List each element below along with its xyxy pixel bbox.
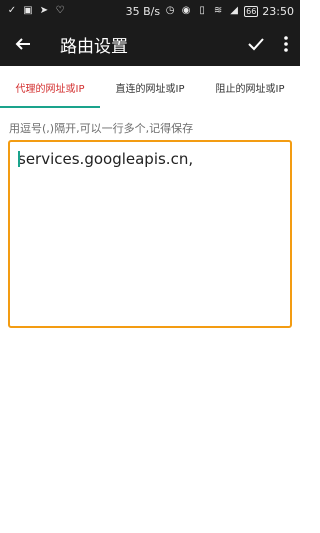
clock-icon: ◷ <box>165 5 175 16</box>
more-options-button[interactable] <box>272 22 300 66</box>
status-left: ✓ ▣ ➤ ♡ <box>6 5 66 17</box>
back-button[interactable] <box>0 22 46 66</box>
rules-textarea-value: services.googleapis.cn, <box>18 150 194 168</box>
more-vert-icon <box>284 36 288 52</box>
network-speed: 35 B/s <box>125 4 161 18</box>
tab-bar: 代理的网址或IP 直连的网址或IP 阻止的网址或IP <box>0 66 300 108</box>
rules-textarea[interactable]: services.googleapis.cn, <box>8 140 292 328</box>
heart-icon: ♡ <box>55 5 65 16</box>
send-icon: ➤ <box>39 5 49 16</box>
save-button[interactable] <box>240 22 272 66</box>
status-right: 35 B/s ◷ ◉ ▯ ≋ ◢ 66 23:50 <box>126 5 294 18</box>
image-icon: ▣ <box>23 5 33 16</box>
check-icon <box>248 38 264 51</box>
status-bar: ✓ ▣ ➤ ♡ 35 B/s ◷ ◉ ▯ ≋ ◢ 66 23:50 <box>0 0 300 22</box>
app-bar: 路由设置 <box>0 22 300 66</box>
page-title: 路由设置 <box>60 36 128 57</box>
wifi-icon: ≋ <box>213 5 223 16</box>
input-hint: 用逗号(,)隔开,可以一行多个,记得保存 <box>9 122 194 135</box>
tab-proxy[interactable]: 代理的网址或IP <box>0 66 100 108</box>
cellular-icon: ◢ <box>230 5 238 16</box>
tab-block[interactable]: 阻止的网址或IP <box>200 66 300 108</box>
tab-direct[interactable]: 直连的网址或IP <box>100 66 200 108</box>
signal-check-icon: ✓ <box>7 5 17 16</box>
eye-icon: ◉ <box>181 5 191 16</box>
battery-icon: 66 <box>244 5 259 17</box>
text-cursor <box>18 151 20 167</box>
arrow-left-icon <box>15 38 30 50</box>
clock-time: 23:50 <box>262 4 294 18</box>
vibrate-icon: ▯ <box>199 5 205 16</box>
